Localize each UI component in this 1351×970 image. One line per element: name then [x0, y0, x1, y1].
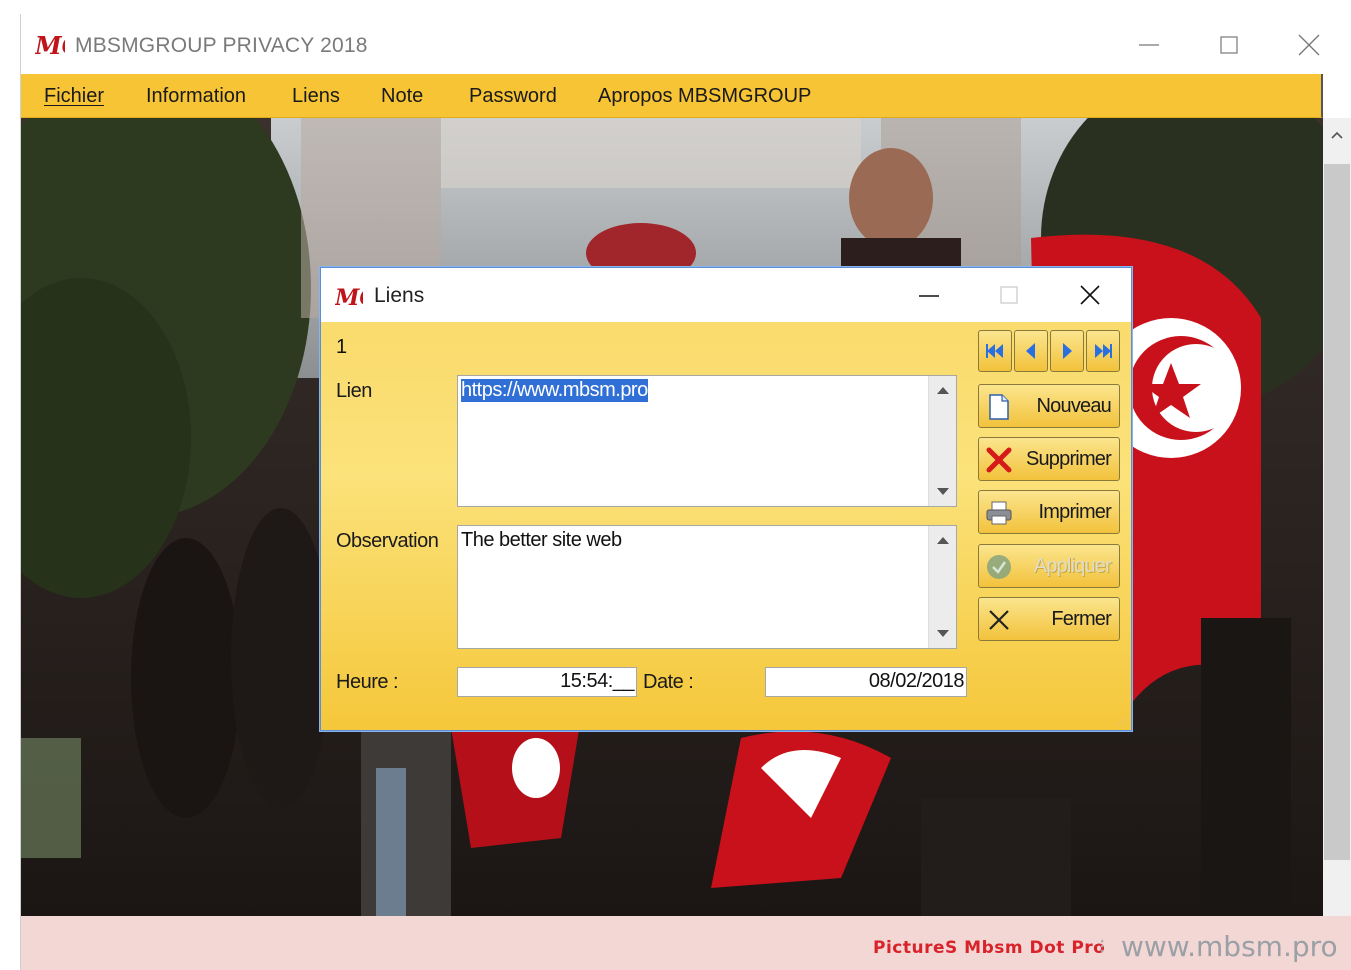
menu-fichier[interactable]: Fichier [44, 85, 104, 108]
svg-text:MG: MG [35, 31, 65, 60]
supprimer-label: Supprimer [1025, 448, 1112, 470]
scroll-up-icon[interactable] [933, 380, 953, 400]
supprimer-button[interactable]: Supprimer [978, 437, 1120, 481]
lien-value: https://www.mbsm.pro [461, 379, 648, 402]
heure-label: Heure : [336, 671, 399, 693]
nouveau-button[interactable]: Nouveau [978, 384, 1120, 428]
maximize-button[interactable] [1209, 26, 1249, 64]
printer-icon [985, 499, 1013, 527]
menu-information[interactable]: Information [146, 85, 246, 108]
prev-record-icon [1026, 343, 1035, 359]
imprimer-button[interactable]: Imprimer [978, 490, 1120, 534]
apply-check-icon [985, 553, 1013, 581]
minimize-icon [919, 295, 939, 297]
lien-label: Lien [336, 380, 372, 402]
appliquer-label: Appliquer [1033, 555, 1112, 577]
watermark-bar: PictureS Mbsm Dot Pro ⁝ www.mbsm.pro [21, 916, 1351, 970]
record-navigation [978, 330, 1120, 372]
menu-note[interactable]: Note [381, 85, 423, 108]
scroll-down-icon[interactable] [933, 624, 953, 644]
record-number: 1 [336, 336, 348, 358]
first-record-icon [986, 344, 1003, 358]
close-icon [1080, 285, 1100, 305]
observation-value: The better site web [461, 529, 622, 551]
fermer-label: Fermer [1051, 608, 1111, 630]
menu-password[interactable]: Password [469, 85, 557, 108]
delete-x-icon [985, 446, 1013, 474]
main-scroll-thumb[interactable] [1324, 164, 1350, 860]
lien-textarea[interactable]: https://www.mbsm.pro [457, 375, 957, 507]
app-title: MBSMGROUP PRIVACY 2018 [75, 34, 368, 57]
fermer-button[interactable]: Fermer [978, 597, 1120, 641]
menubar: Fichier Information Liens Note Password … [21, 74, 1323, 118]
dialog-titlebar: MG Liens [321, 268, 1131, 322]
resize-grip-icon[interactable] [1112, 711, 1128, 727]
first-record-button[interactable] [978, 330, 1012, 372]
observation-label: Observation [336, 530, 439, 552]
mg-logo-icon: MG [335, 285, 363, 310]
scroll-up-arrow-icon[interactable] [1326, 124, 1348, 146]
date-field[interactable]: 08/02/2018 [765, 667, 967, 697]
close-icon [1298, 34, 1320, 56]
imprimer-label: Imprimer [1038, 501, 1112, 523]
watermark-separator: ⁝ [1099, 936, 1106, 958]
mg-logo-icon: MG [35, 31, 65, 60]
heure-field[interactable]: 15:54:__ [457, 667, 637, 697]
close-x-icon [985, 606, 1013, 634]
minimize-icon [1139, 44, 1159, 46]
dialog-maximize-button[interactable] [989, 278, 1029, 312]
next-record-button[interactable] [1050, 330, 1084, 372]
scroll-down-icon[interactable] [933, 482, 953, 502]
lien-scrollbar[interactable] [928, 376, 956, 506]
next-record-icon [1063, 343, 1072, 359]
menu-liens[interactable]: Liens [292, 85, 340, 108]
close-button[interactable] [1289, 26, 1329, 64]
watermark-left: PictureS Mbsm Dot Pro [873, 938, 1106, 958]
last-record-button[interactable] [1086, 330, 1120, 372]
last-record-icon [1095, 344, 1112, 358]
watermark-right: www.mbsm.pro [1121, 930, 1338, 963]
appliquer-button[interactable]: Appliquer [978, 544, 1120, 588]
svg-text:MG: MG [335, 285, 363, 310]
date-label: Date : [643, 671, 694, 693]
prev-record-button[interactable] [1014, 330, 1048, 372]
dialog-minimize-button[interactable] [909, 278, 949, 312]
nouveau-label: Nouveau [1036, 395, 1112, 417]
dialog-close-button[interactable] [1070, 278, 1110, 312]
main-titlebar: MG MBSMGROUP PRIVACY 2018 [21, 14, 1351, 74]
new-document-icon [985, 393, 1013, 421]
maximize-icon [1220, 36, 1238, 54]
menu-apropos[interactable]: Apropos MBSMGROUP [598, 85, 811, 108]
observation-textarea[interactable]: The better site web [457, 525, 957, 649]
maximize-icon [1000, 286, 1018, 304]
observation-scrollbar[interactable] [928, 526, 956, 648]
dialog-title: Liens [374, 284, 425, 307]
scroll-up-icon[interactable] [933, 530, 953, 550]
minimize-button[interactable] [1129, 26, 1169, 64]
liens-dialog: MG Liens 1 Lien https://www.mbsm.pro Obs… [320, 267, 1132, 731]
